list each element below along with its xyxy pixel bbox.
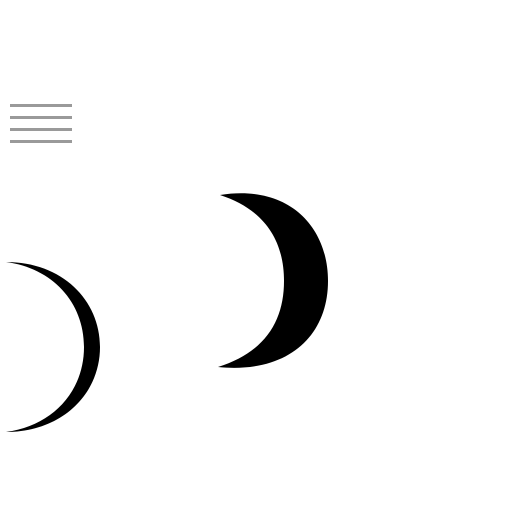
crescent-moon-icon <box>218 193 328 368</box>
menu-line-2 <box>10 116 72 119</box>
hamburger-menu-icon <box>10 104 72 143</box>
menu-line-1 <box>10 104 72 107</box>
menu-line-3 <box>10 128 72 131</box>
crescent-large-shape <box>218 193 328 368</box>
menu-line-4 <box>10 140 72 143</box>
crescent-moon-icon <box>6 262 100 432</box>
canvas <box>0 0 520 520</box>
menu-button[interactable] <box>8 100 76 156</box>
crescent-small-shape <box>6 262 100 432</box>
